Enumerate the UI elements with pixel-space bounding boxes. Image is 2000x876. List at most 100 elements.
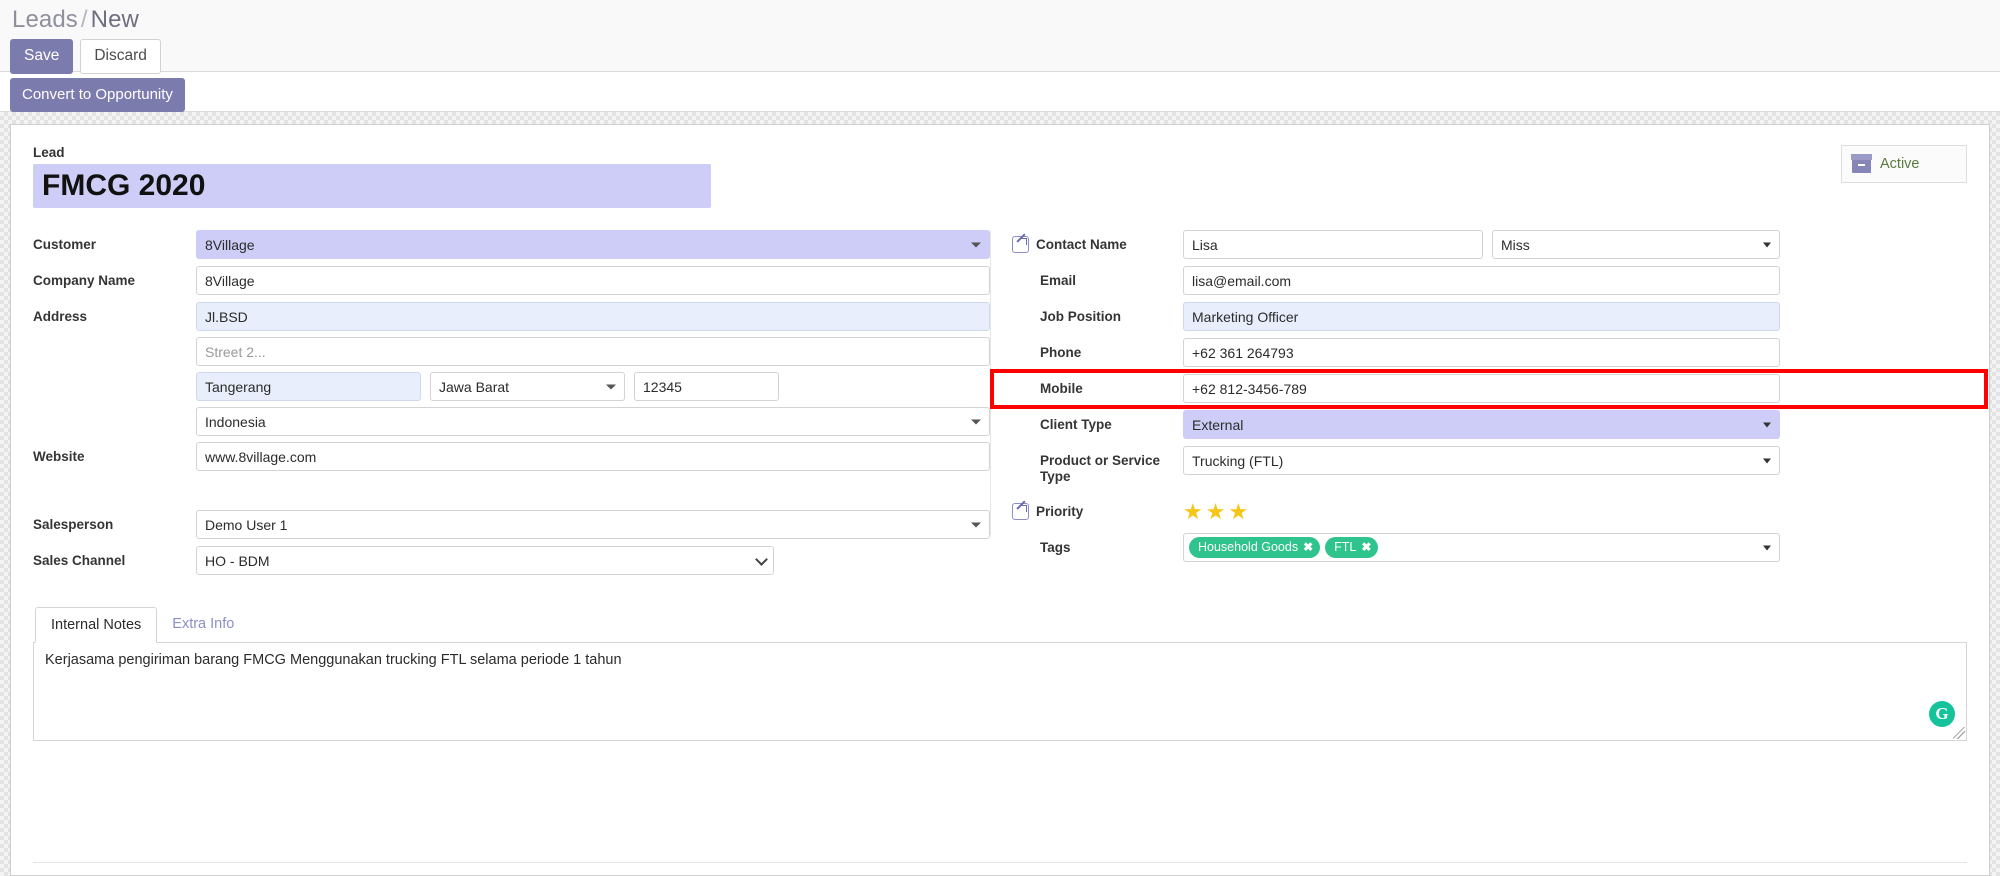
breadcrumb-leads[interactable]: Leads <box>12 6 78 33</box>
textarea-resize-handle[interactable] <box>1953 727 1965 739</box>
breadcrumb-separator: / <box>80 6 88 33</box>
salesperson-input[interactable] <box>196 510 990 539</box>
tags-label: Tags <box>1040 540 1071 555</box>
lead-form: Customer Company Name Address <box>33 230 1988 582</box>
product-service-type-label: Product or Service Type <box>1040 453 1161 484</box>
lead-title-input[interactable] <box>33 164 711 208</box>
website-input[interactable] <box>196 442 990 471</box>
contact-title-select-wrap[interactable] <box>1492 230 1780 259</box>
address-state-select-wrap[interactable] <box>430 372 625 401</box>
field-row-contact-name: Contact Name <box>1012 230 1947 260</box>
archive-box-icon <box>1851 154 1872 173</box>
save-button[interactable]: Save <box>10 39 74 74</box>
star-icon-1[interactable]: ★ <box>1183 501 1203 523</box>
contact-name-label-text: Contact Name <box>1036 237 1127 252</box>
notebook: Internal Notes Extra Info Kerjasama peng… <box>33 606 1967 741</box>
mobile-label: Mobile <box>1040 381 1083 396</box>
contact-name-label: Contact Name <box>1012 230 1183 253</box>
field-row-website: Website <box>33 442 990 472</box>
salesperson-select-wrap[interactable] <box>196 510 990 539</box>
address-country-input[interactable] <box>196 407 990 436</box>
customer-label: Customer <box>33 237 97 252</box>
tags-field[interactable]: Household Goods ✖ FTL ✖ <box>1183 533 1780 562</box>
contact-title-input[interactable] <box>1492 230 1780 259</box>
client-type-input[interactable] <box>1183 410 1780 439</box>
field-row-job-position: Job Position <box>1012 302 1947 332</box>
address-country-select-wrap[interactable] <box>196 407 990 436</box>
close-icon[interactable]: ✖ <box>1303 540 1313 554</box>
external-link-icon[interactable] <box>1012 503 1029 520</box>
sales-channel-select-wrap[interactable] <box>196 546 774 575</box>
field-row-company-name: Company Name <box>33 266 990 296</box>
action-bar: Convert to Opportunity <box>0 72 2000 112</box>
tag-chip[interactable]: Household Goods ✖ <box>1189 537 1321 558</box>
product-service-type-input[interactable] <box>1183 446 1780 475</box>
form-column-right: Contact Name Email Job Position <box>990 230 1947 582</box>
tags-select-wrap[interactable]: Household Goods ✖ FTL ✖ <box>1183 533 1780 562</box>
sales-channel-label: Sales Channel <box>33 553 126 568</box>
field-row-phone: Phone <box>1012 338 1947 368</box>
mobile-input[interactable] <box>1183 374 1780 403</box>
tab-extra-info[interactable]: Extra Info <box>157 607 249 643</box>
grammarly-icon[interactable]: G <box>1929 701 1955 727</box>
address-label: Address <box>33 309 88 324</box>
field-row-product-service-type: Product or Service Type <box>1012 446 1947 485</box>
customer-select-wrap[interactable] <box>196 230 990 259</box>
address-street2-input[interactable] <box>196 337 990 366</box>
form-action-buttons: Save Discard <box>10 39 2000 74</box>
company-name-input[interactable] <box>196 266 990 295</box>
email-label: Email <box>1040 273 1077 288</box>
address-zip-input[interactable] <box>634 372 779 401</box>
address-city-input[interactable] <box>196 372 421 401</box>
lead-section-label: Lead <box>33 145 65 160</box>
field-row-client-type: Client Type <box>1012 410 1947 440</box>
tag-chip-label: FTL <box>1334 540 1357 554</box>
field-row-tags: Tags Household Goods ✖ FTL ✖ <box>1012 533 1947 563</box>
client-type-select-wrap[interactable] <box>1183 410 1780 439</box>
tab-internal-notes[interactable]: Internal Notes <box>35 607 158 643</box>
website-label: Website <box>33 449 85 464</box>
internal-notes-panel: Kerjasama pengiriman barang FMCG Menggun… <box>33 643 1967 741</box>
contact-name-input[interactable] <box>1183 230 1483 259</box>
field-row-salesperson: Salesperson <box>33 510 990 540</box>
left-column-spacer <box>33 478 990 510</box>
star-icon-2[interactable]: ★ <box>1206 501 1226 523</box>
phone-input[interactable] <box>1183 338 1780 367</box>
client-type-label: Client Type <box>1040 417 1112 432</box>
discard-button[interactable]: Discard <box>80 39 161 74</box>
status-badge[interactable]: Active <box>1841 145 1967 183</box>
tag-chip-label: Household Goods <box>1198 540 1299 554</box>
lead-title-group: Lead <box>33 145 711 208</box>
sales-channel-input[interactable] <box>196 546 774 575</box>
phone-label: Phone <box>1040 345 1082 360</box>
customer-input[interactable] <box>196 230 990 259</box>
breadcrumb: Leads / New <box>10 6 2000 34</box>
address-street-input[interactable] <box>196 302 990 331</box>
internal-notes-textarea[interactable]: Kerjasama pengiriman barang FMCG Menggun… <box>33 643 1967 741</box>
tag-chip[interactable]: FTL ✖ <box>1325 537 1379 558</box>
star-icon-3[interactable]: ★ <box>1228 501 1248 523</box>
job-position-label: Job Position <box>1040 309 1121 324</box>
top-toolbar: Leads / New Save Discard <box>0 0 2000 74</box>
convert-to-opportunity-button[interactable]: Convert to Opportunity <box>10 78 185 112</box>
tab-list: Internal Notes Extra Info <box>33 606 1967 643</box>
external-link-icon[interactable] <box>1012 236 1029 253</box>
field-row-customer: Customer <box>33 230 990 260</box>
priority-label-text: Priority <box>1036 504 1084 519</box>
field-row-priority: Priority ★ ★ ★ <box>1012 497 1947 527</box>
lead-form-sheet: Active Lead Customer Company Name <box>10 124 1990 876</box>
job-position-input[interactable] <box>1183 302 1780 331</box>
field-row-address: Address <box>33 302 990 436</box>
sheet-backdrop: Active Lead Customer Company Name <box>0 112 2000 876</box>
field-row-email: Email <box>1012 266 1947 296</box>
status-badge-label: Active <box>1880 156 1920 172</box>
address-state-input[interactable] <box>430 372 625 401</box>
close-icon[interactable]: ✖ <box>1361 540 1371 554</box>
priority-star-rating[interactable]: ★ ★ ★ <box>1183 497 1248 523</box>
field-row-sales-channel: Sales Channel <box>33 546 990 576</box>
breadcrumb-current: New <box>90 6 139 33</box>
company-name-label: Company Name <box>33 273 136 288</box>
product-service-type-select-wrap[interactable] <box>1183 446 1780 475</box>
priority-label: Priority <box>1012 497 1183 520</box>
email-input[interactable] <box>1183 266 1780 295</box>
